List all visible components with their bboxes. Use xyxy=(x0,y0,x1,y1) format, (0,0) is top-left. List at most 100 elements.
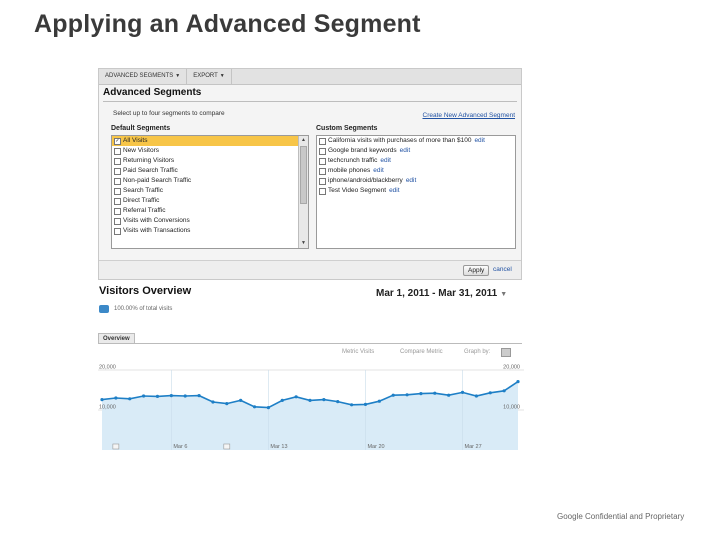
default-segments-list[interactable]: ✓ All Visits New Visitors Returning Visitor… xyxy=(111,135,309,249)
graph-by-icon[interactable] xyxy=(501,348,511,357)
data-point[interactable] xyxy=(280,398,284,402)
checkbox[interactable] xyxy=(319,157,326,165)
data-point[interactable] xyxy=(391,393,395,397)
y-axis-label: 20,000 xyxy=(503,365,520,371)
scrollbar[interactable]: ▲ ▼ xyxy=(298,136,308,248)
checkbox[interactable] xyxy=(114,197,121,205)
annotation-icon[interactable] xyxy=(223,443,231,450)
default-segment-item[interactable]: New Visitors xyxy=(112,146,308,156)
custom-segment-item[interactable]: iphone/android/blackberry edit xyxy=(317,176,515,186)
checkbox[interactable] xyxy=(114,167,121,175)
data-point[interactable] xyxy=(294,395,298,399)
y-axis-label: 20,000 xyxy=(99,365,116,371)
data-point[interactable] xyxy=(363,402,368,406)
custom-segment-item[interactable]: Google brand keywords edit xyxy=(317,146,515,156)
percent-of-total: 100.00% of total visits xyxy=(114,306,173,312)
checkbox[interactable] xyxy=(114,177,121,185)
data-point[interactable] xyxy=(169,394,173,398)
default-segment-item[interactable]: Non-paid Search Traffic xyxy=(112,176,308,186)
default-segment-item[interactable]: Visits with Transactions xyxy=(112,226,308,236)
data-point[interactable] xyxy=(239,398,243,402)
segments-footer: Apply cancel xyxy=(99,260,521,279)
visits-chart: 20,000 20,000 10,000 10,000 Mar 6 Mar 13 Mar 2… xyxy=(98,358,524,454)
chevron-down-icon: ▼ xyxy=(175,73,181,79)
default-segment-item[interactable]: Referral Traffic xyxy=(112,206,308,216)
scroll-down-icon[interactable]: ▼ xyxy=(300,240,307,247)
data-point[interactable] xyxy=(308,398,312,402)
checkbox[interactable] xyxy=(114,207,121,215)
default-segment-item[interactable]: ✓ All Visits xyxy=(112,136,308,146)
data-point[interactable] xyxy=(322,398,326,402)
default-segment-item[interactable]: Search Traffic xyxy=(112,186,308,196)
edit-segment-link[interactable]: edit xyxy=(373,166,383,176)
custom-segment-item[interactable]: Test Video Segment edit xyxy=(317,186,515,196)
checkbox[interactable] xyxy=(114,217,121,225)
checkbox[interactable] xyxy=(319,137,326,145)
data-point[interactable] xyxy=(266,406,270,410)
compare-metric-dropdown[interactable]: Compare Metric xyxy=(400,349,443,355)
scroll-up-icon[interactable]: ▲ xyxy=(300,137,307,144)
visits-area xyxy=(102,381,518,450)
data-point[interactable] xyxy=(114,396,118,400)
data-point[interactable] xyxy=(447,393,451,397)
data-point[interactable] xyxy=(377,399,381,403)
default-segment-item[interactable]: Direct Traffic xyxy=(112,196,308,206)
advanced-segments-menu-button[interactable]: ADVANCED SEGMENTS ▼ xyxy=(99,69,188,84)
default-segments-heading: Default Segments xyxy=(111,125,171,132)
create-segment-link[interactable]: Create New Advanced Segment xyxy=(423,112,516,119)
data-point[interactable] xyxy=(225,402,229,406)
edit-segment-link[interactable]: edit xyxy=(389,186,399,196)
data-point[interactable] xyxy=(405,393,409,397)
data-point[interactable] xyxy=(419,392,423,396)
checkbox[interactable]: ✓ xyxy=(114,137,121,145)
custom-segment-item[interactable]: techcrunch traffic edit xyxy=(317,156,515,166)
checkbox[interactable] xyxy=(114,187,121,195)
edit-segment-link[interactable]: edit xyxy=(400,146,410,156)
annotation-icon[interactable] xyxy=(112,443,120,450)
data-point[interactable] xyxy=(488,391,492,395)
cancel-link[interactable]: cancel xyxy=(493,266,512,273)
y-axis-label: 10,000 xyxy=(99,405,116,411)
apply-button[interactable]: Apply xyxy=(463,265,490,276)
segment-label: iphone/android/blackberry xyxy=(328,177,403,184)
data-point[interactable] xyxy=(350,403,354,407)
date-range-picker[interactable]: Mar 1, 2011 - Mar 31, 2011 ▼ xyxy=(376,288,507,299)
edit-segment-link[interactable]: edit xyxy=(474,136,484,146)
data-point[interactable] xyxy=(502,389,506,393)
data-point[interactable] xyxy=(128,397,132,401)
report-toolbar: ADVANCED SEGMENTS ▼ EXPORT ▼ xyxy=(99,69,521,85)
checkbox[interactable] xyxy=(319,187,326,195)
scrollbar-thumb[interactable] xyxy=(300,146,307,204)
custom-segment-item[interactable]: mobile phones edit xyxy=(317,166,515,176)
checkbox[interactable] xyxy=(319,167,326,175)
checkbox[interactable] xyxy=(319,147,326,155)
data-point[interactable] xyxy=(433,391,437,395)
checkbox[interactable] xyxy=(114,147,121,155)
custom-segment-item[interactable]: California visits with purchases of more… xyxy=(317,136,515,146)
segment-label: Visits with Conversions xyxy=(123,217,190,224)
data-point[interactable] xyxy=(474,394,478,398)
data-point[interactable] xyxy=(155,394,160,398)
edit-segment-link[interactable]: edit xyxy=(380,156,390,166)
custom-segments-list[interactable]: California visits with purchases of more… xyxy=(316,135,516,249)
data-point[interactable] xyxy=(142,394,146,398)
checkbox[interactable] xyxy=(114,227,121,235)
default-segment-item[interactable]: Visits with Conversions xyxy=(112,216,308,226)
data-point[interactable] xyxy=(211,400,215,404)
checkbox[interactable] xyxy=(114,157,121,165)
data-point[interactable] xyxy=(197,394,201,398)
data-point[interactable] xyxy=(516,380,520,384)
data-point[interactable] xyxy=(336,400,340,404)
export-menu-button[interactable]: EXPORT ▼ xyxy=(187,69,232,84)
data-point[interactable] xyxy=(183,394,187,398)
metric-visits-dropdown[interactable]: Metric Visits xyxy=(342,349,374,355)
data-point[interactable] xyxy=(100,398,104,402)
data-point[interactable] xyxy=(252,405,257,409)
edit-segment-link[interactable]: edit xyxy=(406,176,416,186)
default-segment-item[interactable]: Returning Visitors xyxy=(112,156,308,166)
checkbox[interactable] xyxy=(319,177,326,185)
segment-label: All Visits xyxy=(123,137,148,144)
data-point[interactable] xyxy=(460,390,465,394)
default-segment-item[interactable]: Paid Search Traffic xyxy=(112,166,308,176)
export-label: EXPORT xyxy=(193,73,218,79)
